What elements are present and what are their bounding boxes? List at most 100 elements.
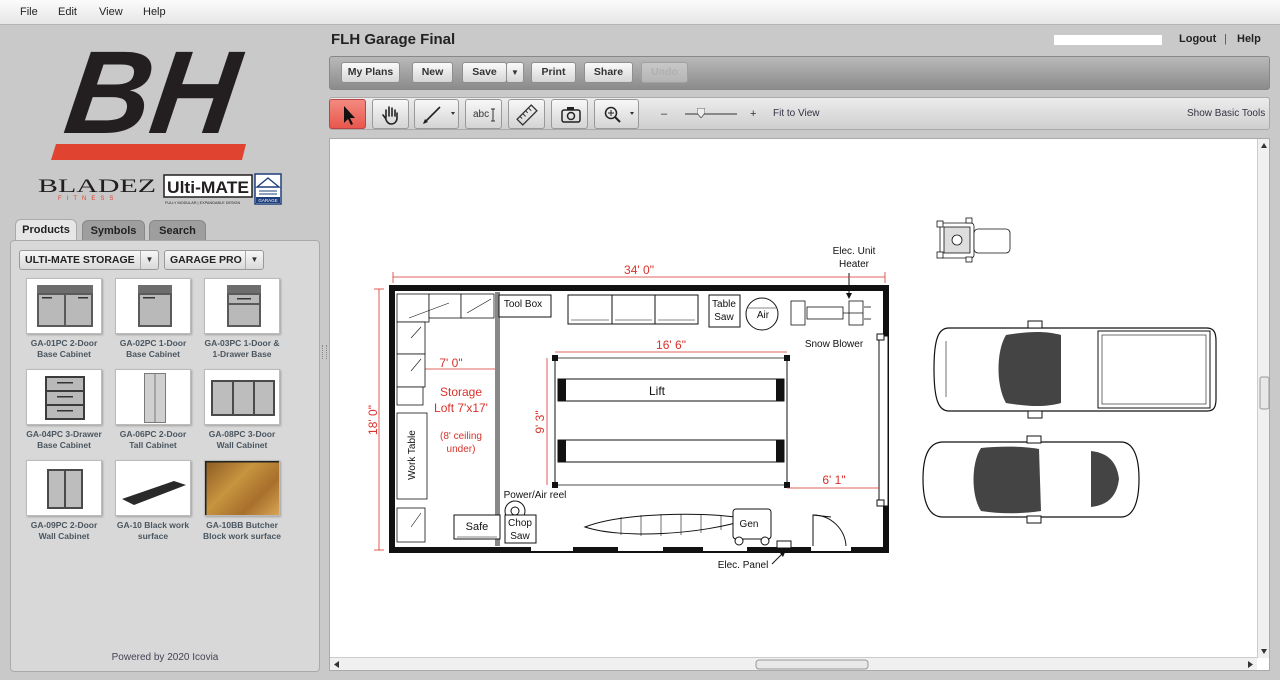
print-button[interactable]: Print (531, 62, 576, 83)
door-swing (812, 514, 847, 547)
product-ga-10bb[interactable]: GA-10BB Butcher Block work surface (202, 460, 282, 544)
ultimate-tagline: FULLY MODULAR | EXPANDABLE DESIGN (165, 201, 241, 205)
chop-saw-label-1: Chop (508, 518, 532, 529)
new-button[interactable]: New (412, 62, 453, 83)
product-ga-06pc[interactable]: GA-06PC 2-Door Tall Cabinet (113, 369, 193, 453)
scroll-down-arrow[interactable] (1261, 649, 1267, 654)
product-ga-01pc[interactable]: GA-01PC 2-Door Base Cabinet (24, 278, 104, 362)
product-ga-04pc[interactable]: GA-04PC 3-Drawer Base Cabinet (24, 369, 104, 453)
camera-tool[interactable] (551, 99, 588, 129)
zoom-out-button[interactable]: – (661, 108, 667, 120)
width-dimension: 34' 0" (624, 263, 654, 277)
pickup-truck-symbol[interactable] (933, 320, 1217, 419)
show-basic-tools-link[interactable]: Show Basic Tools (1187, 108, 1265, 119)
brand-logo: BH BLADEZ FITNESS Ulti-MATE FULLY MODULA… (38, 28, 282, 205)
tab-products[interactable]: Products (15, 219, 77, 242)
menu-view[interactable]: View (99, 6, 123, 18)
save-dropdown-button[interactable]: ▼ (506, 62, 524, 83)
tab-symbols[interactable]: Symbols (82, 220, 145, 242)
line-tool[interactable] (414, 99, 459, 129)
chop-saw-label-2: Saw (510, 531, 530, 542)
scroll-right-arrow[interactable] (1248, 661, 1253, 668)
product-label: Base Cabinet (37, 348, 91, 359)
car-symbol[interactable] (922, 435, 1140, 524)
product-label: Base Cabinet (37, 439, 91, 450)
logout-link[interactable]: Logout (1179, 33, 1216, 45)
series-filter-value: GARAGE PRO (170, 254, 242, 266)
floor-plan-canvas[interactable]: 34' 0" 18' 0" 7' 0" 16' 6" 9' 3" 6' 1" S… (329, 138, 1270, 671)
product-label: GA-10BB Butcher (206, 520, 278, 530)
chevron-down-icon: ▼ (245, 251, 263, 269)
zoom-in-icon (604, 106, 634, 123)
product-ga-02pc[interactable]: GA-02PC 1-Door Base Cabinet (113, 278, 193, 362)
product-thumbnail (204, 369, 280, 425)
product-label: GA-01PC 2-Door (30, 338, 98, 348)
product-ga-09pc[interactable]: GA-09PC 2-Door Wall Cabinet (24, 460, 104, 544)
line-icon (423, 106, 455, 124)
tab-search[interactable]: Search (149, 220, 206, 242)
chevron-down-icon: ▼ (511, 68, 519, 77)
pan-tool[interactable] (372, 99, 409, 129)
horizontal-scrollbar[interactable] (330, 657, 1257, 670)
storage-filter-dropdown[interactable]: ULTI-MATE STORAGE ▼ (19, 250, 159, 270)
air-label: Air (757, 310, 770, 321)
horizontal-scroll-thumb[interactable] (755, 659, 869, 670)
product-ga-10[interactable]: GA-10 Black work surface (113, 460, 193, 544)
tractor-symbol[interactable] (936, 217, 1011, 263)
pointer-icon (344, 106, 355, 125)
my-plans-button[interactable]: My Plans (341, 62, 400, 83)
brand-stripe (51, 144, 246, 160)
elec-panel-label: Elec. Panel (718, 560, 769, 571)
garage-walls (389, 285, 889, 553)
text-cursor-icon (491, 108, 495, 122)
table-saw-label-2: Saw (714, 312, 734, 323)
zoom-slider-thumb[interactable] (697, 108, 705, 118)
power-air-reel-label: Power/Air reel (504, 490, 567, 501)
vertical-scroll-thumb[interactable] (1259, 376, 1270, 410)
vertical-scrollbar[interactable] (1257, 139, 1270, 658)
scroll-up-arrow[interactable] (1261, 143, 1267, 148)
hand-icon (382, 106, 398, 125)
garage-logo: GARAGE (258, 198, 277, 203)
menu-edit[interactable]: Edit (58, 6, 77, 18)
camera-icon (561, 107, 581, 123)
menu-bar: File Edit View Help (0, 0, 1280, 25)
product-label: GA-10 Black work (116, 520, 190, 530)
product-ga-03pc[interactable]: GA-03PC 1-Door & 1-Drawer Base (202, 278, 282, 362)
help-link[interactable]: Help (1237, 33, 1261, 45)
lift-depth-dimension: 9' 3" (533, 410, 547, 433)
canoe-symbol (583, 513, 750, 536)
fitness-logo: FITNESS (58, 196, 118, 202)
loft-label-1: Storage (440, 385, 482, 399)
product-ga-08pc[interactable]: GA-08PC 3-Door Wall Cabinet (202, 369, 282, 453)
series-filter-dropdown[interactable]: GARAGE PRO ▼ (164, 250, 264, 270)
share-button[interactable]: Share (584, 62, 633, 83)
safe-label: Safe (466, 521, 489, 533)
undo-button[interactable]: Undo (641, 62, 688, 83)
depth-dimension: 18' 0" (366, 405, 380, 435)
lift-dimension: 16' 6" (656, 338, 686, 352)
product-label: GA-02PC 1-Door (119, 338, 187, 348)
fit-to-view-button[interactable]: Fit to View (773, 108, 820, 119)
menu-file[interactable]: File (20, 6, 38, 18)
loft-label-2: Loft 7'x17' (434, 401, 488, 415)
select-tool[interactable] (329, 99, 366, 129)
snow-blower-symbol (790, 300, 871, 326)
menu-help[interactable]: Help (143, 6, 166, 18)
loft-partition (495, 292, 500, 546)
zoom-slider-track[interactable] (685, 113, 737, 115)
scroll-left-arrow[interactable] (334, 661, 339, 668)
text-tool[interactable]: abc (465, 99, 502, 129)
measure-tool[interactable] (508, 99, 545, 129)
product-label: GA-04PC 3-Drawer (26, 429, 102, 439)
panel-splitter[interactable] (322, 345, 327, 359)
tool-box-label: Tool Box (504, 299, 542, 310)
product-label: surface (137, 530, 169, 541)
zoom-in-button[interactable]: + (750, 108, 756, 120)
save-button[interactable]: Save (462, 62, 507, 83)
garage-floor-plan: 34' 0" 18' 0" 7' 0" 16' 6" 9' 3" 6' 1" S… (366, 246, 889, 571)
side-dimension: 6' 1" (822, 473, 845, 487)
product-thumbnail (26, 278, 102, 334)
zoom-tool[interactable] (594, 99, 639, 129)
product-thumbnail (26, 460, 102, 516)
